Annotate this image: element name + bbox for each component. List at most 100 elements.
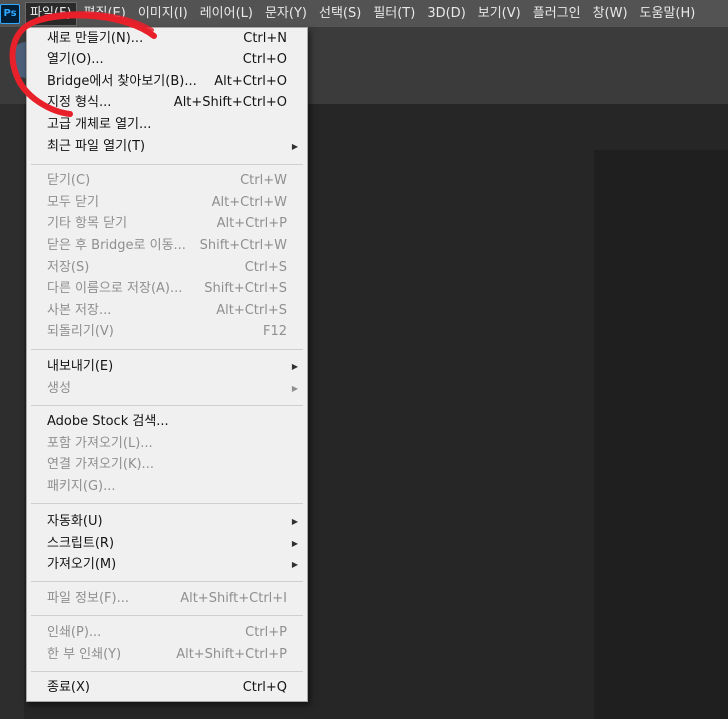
menu-item-shortcut: Ctrl+Q [242,680,287,695]
menu-item-label: 자동화(U) [47,514,103,529]
menu-item-package[interactable]: 패키지(G)... [27,476,307,497]
document-area [594,150,728,719]
menu-item-label: 고급 개체로 열기... [47,117,152,132]
menu-item-label: 인쇄(P)... [47,625,102,640]
menu-select[interactable]: 선택(S) [315,3,365,25]
menu-item-shortcut: Shift+Ctrl+W [199,238,287,253]
menu-item-label: 다른 이름으로 저장(A)... [47,281,183,296]
menu-bar: Ps 파일(F) 편집(E) 이미지(I) 레이어(L) 문자(Y) 선택(S)… [0,0,728,28]
menu-item-label: 되돌리기(V) [47,324,114,339]
menu-item-label: 스크립트(R) [47,536,115,551]
menu-item-shortcut: Ctrl+W [240,173,287,188]
menu-item-label: 한 부 인쇄(Y) [47,647,122,662]
menu-help[interactable]: 도움말(H) [636,3,700,25]
menu-type[interactable]: 문자(Y) [261,3,311,25]
menu-filter[interactable]: 필터(T) [369,3,419,25]
menu-item-shortcut: Alt+Shift+Ctrl+O [173,95,287,110]
menu-item-label: 가져오기(M) [47,557,117,572]
menu-item-save[interactable]: 저장(S) Ctrl+S [27,257,307,278]
submenu-arrow-icon: ▶ [291,142,298,151]
menu-item-label: 내보내기(E) [47,359,114,374]
menu-view[interactable]: 보기(V) [474,3,525,25]
menu-item-print-one-copy[interactable]: 한 부 인쇄(Y) Alt+Shift+Ctrl+P [27,644,307,665]
menu-item-label: 최근 파일 열기(T) [47,139,146,154]
menu-item-shortcut: Ctrl+N [243,31,287,46]
menu-item-export[interactable]: 내보내기(E) ▶ [27,356,307,377]
menu-item-exit[interactable]: 종료(X) Ctrl+Q [27,677,307,698]
submenu-arrow-icon: ▶ [291,539,298,548]
photoshop-logo[interactable]: Ps [0,3,20,24]
menu-item-label: 패키지(G)... [47,479,116,494]
menu-item-shortcut: Alt+Shift+Ctrl+I [180,591,287,606]
menu-separator [31,405,303,406]
menu-item-close-all[interactable]: 모두 닫기 Alt+Ctrl+W [27,192,307,213]
menu-separator [31,671,303,672]
menu-window[interactable]: 창(W) [589,3,632,25]
menu-layer[interactable]: 레이어(L) [196,3,257,25]
menu-item-label: 사본 저장... [47,303,112,318]
menu-separator [31,581,303,582]
menu-item-label: 닫기(C) [47,173,91,188]
submenu-arrow-icon: ▶ [291,560,298,569]
menu-separator [31,349,303,350]
menu-file[interactable]: 파일(F) [25,1,77,26]
menu-item-label: Adobe Stock 검색... [47,414,169,429]
menu-item-close-and-go-to-bridge[interactable]: 닫은 후 Bridge로 이동... Shift+Ctrl+W [27,235,307,256]
menu-item-close-others[interactable]: 기타 항목 닫기 Alt+Ctrl+P [27,213,307,234]
menu-item-revert[interactable]: 되돌리기(V) F12 [27,321,307,342]
menu-item-shortcut: Ctrl+O [242,52,287,67]
menu-item-label: 포함 가져오기(L)... [47,436,153,451]
menu-item-open[interactable]: 열기(O)... Ctrl+O [27,49,307,70]
file-menu-dropdown: 새로 만들기(N)... Ctrl+N 열기(O)... Ctrl+O Brid… [26,27,308,702]
menu-item-print[interactable]: 인쇄(P)... Ctrl+P [27,622,307,643]
menu-item-shortcut: F12 [262,324,287,339]
menu-item-place-linked[interactable]: 연결 가져오기(K)... [27,454,307,475]
menu-item-shortcut: Ctrl+P [245,625,287,640]
menu-item-save-a-copy[interactable]: 사본 저장... Alt+Ctrl+S [27,300,307,321]
menu-item-label: 새로 만들기(N)... [47,31,144,46]
menu-separator [31,615,303,616]
submenu-arrow-icon: ▶ [291,517,298,526]
menu-item-automate[interactable]: 자동화(U) ▶ [27,511,307,532]
menu-item-label: 연결 가져오기(K)... [47,457,154,472]
menu-separator [31,164,303,165]
menu-item-save-as[interactable]: 다른 이름으로 저장(A)... Shift+Ctrl+S [27,278,307,299]
menu-item-file-info[interactable]: 파일 정보(F)... Alt+Shift+Ctrl+I [27,588,307,609]
menu-item-scripts[interactable]: 스크립트(R) ▶ [27,533,307,554]
menu-item-search-adobe-stock[interactable]: Adobe Stock 검색... [27,411,307,432]
menu-item-shortcut: Alt+Ctrl+O [214,74,287,89]
menu-item-open-recent[interactable]: 최근 파일 열기(T) ▶ [27,136,307,157]
menu-item-label: 열기(O)... [47,52,104,67]
menu-item-label: 생성 [47,381,71,396]
menu-item-shortcut: Shift+Ctrl+S [204,281,287,296]
menu-item-label: Bridge에서 찾아보기(B)... [47,74,197,89]
menu-item-close[interactable]: 닫기(C) Ctrl+W [27,170,307,191]
menu-item-label: 모두 닫기 [47,195,99,210]
menu-item-label: 종료(X) [47,680,90,695]
menu-item-label: 지정 형식... [47,95,112,110]
menu-separator [31,503,303,504]
menu-plugins[interactable]: 플러그인 [529,3,585,25]
menu-item-open-as[interactable]: 지정 형식... Alt+Shift+Ctrl+O [27,92,307,113]
menu-item-open-as-smart-object[interactable]: 고급 개체로 열기... [27,114,307,135]
submenu-arrow-icon: ▶ [291,384,298,393]
menu-item-shortcut: Alt+Shift+Ctrl+P [176,647,287,662]
menu-3d[interactable]: 3D(D) [423,3,469,25]
menu-item-label: 저장(S) [47,260,90,275]
menu-item-generate[interactable]: 생성 ▶ [27,378,307,399]
menu-item-shortcut: Alt+Ctrl+P [216,216,287,231]
menu-item-shortcut: Alt+Ctrl+S [216,303,287,318]
menu-edit[interactable]: 편집(E) [80,3,130,25]
tools-panel [0,104,24,719]
menu-item-new[interactable]: 새로 만들기(N)... Ctrl+N [27,28,307,49]
menu-item-shortcut: Ctrl+S [244,260,287,275]
menu-item-label: 기타 항목 닫기 [47,216,128,231]
menu-item-browse-in-bridge[interactable]: Bridge에서 찾아보기(B)... Alt+Ctrl+O [27,71,307,92]
menu-item-shortcut: Alt+Ctrl+W [211,195,287,210]
menu-image[interactable]: 이미지(I) [134,3,192,25]
menu-item-import[interactable]: 가져오기(M) ▶ [27,554,307,575]
menu-item-label: 파일 정보(F)... [47,591,129,606]
menu-item-label: 닫은 후 Bridge로 이동... [47,238,186,253]
submenu-arrow-icon: ▶ [291,362,298,371]
menu-item-place-embedded[interactable]: 포함 가져오기(L)... [27,433,307,454]
